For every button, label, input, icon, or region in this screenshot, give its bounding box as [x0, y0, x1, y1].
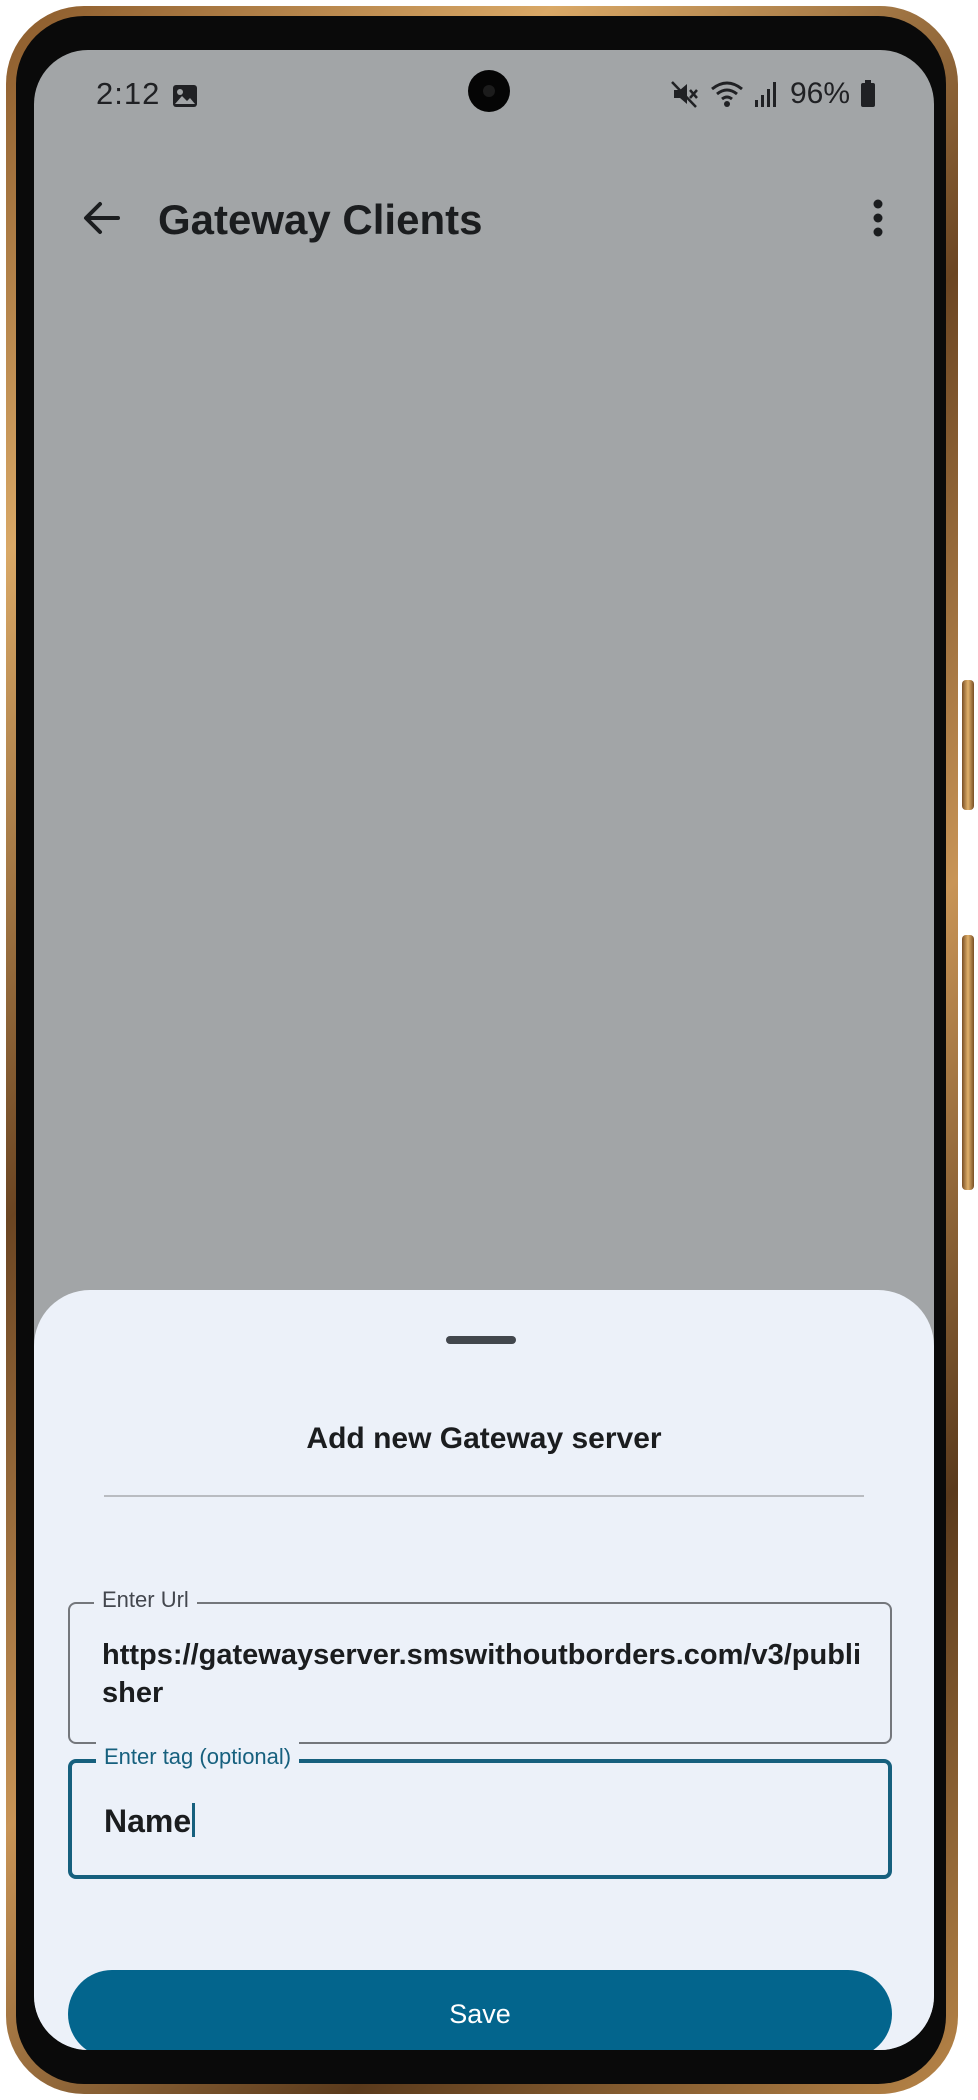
app-bar: Gateway Clients	[34, 170, 934, 270]
volume-button	[962, 680, 974, 810]
more-options-button[interactable]	[850, 192, 906, 248]
status-bar: 2:12 96%	[34, 50, 934, 150]
arrow-back-icon	[82, 200, 122, 241]
page-title: Gateway Clients	[158, 196, 483, 243]
text-cursor	[192, 1803, 196, 1837]
sheet-title: Add new Gateway server	[306, 1422, 662, 1455]
status-time: 2:12	[96, 76, 161, 111]
mute-icon	[670, 79, 700, 109]
bottom-sheet: Add new Gateway server Enter Url https:/…	[34, 1290, 934, 2050]
url-field[interactable]: Enter Url https://gatewayserver.smswitho…	[68, 1585, 892, 1744]
screen: 2:12 96% Gateway Clients Add new Gateway…	[34, 50, 934, 2050]
battery-icon	[860, 80, 876, 108]
signal-icon	[754, 80, 780, 108]
tag-input-text: Name	[104, 1803, 192, 1839]
battery-percent: 96%	[789, 77, 850, 110]
status-icons: 96%	[670, 74, 876, 114]
front-camera	[468, 70, 510, 112]
tag-field-label: Enter tag (optional)	[96, 1742, 300, 1772]
image-icon	[172, 84, 198, 108]
tag-input[interactable]: Name	[104, 1801, 196, 1841]
drag-handle[interactable]	[446, 1336, 516, 1344]
more-vert-icon	[872, 198, 884, 243]
save-button[interactable]: Save	[68, 1970, 892, 2050]
back-button[interactable]	[74, 192, 130, 248]
tag-field[interactable]: Enter tag (optional) Name	[68, 1742, 892, 1879]
divider	[104, 1495, 864, 1497]
wifi-icon	[710, 79, 744, 109]
url-input[interactable]: https://gatewayserver.smswithoutborders.…	[102, 1636, 862, 1712]
power-button	[962, 935, 974, 1190]
url-field-label: Enter Url	[94, 1585, 197, 1615]
